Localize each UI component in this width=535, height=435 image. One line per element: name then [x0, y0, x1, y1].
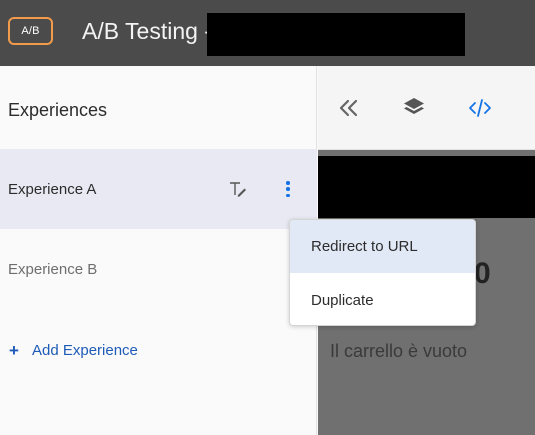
- plus-icon: +: [9, 341, 19, 360]
- add-experience-label: Add Experience: [32, 342, 138, 359]
- app-title: A/B Testing -: [82, 18, 212, 44]
- experience-b-label: Experience B: [8, 260, 98, 278]
- editor-toolbar: [318, 66, 535, 150]
- rename-text-icon[interactable]: [229, 180, 247, 198]
- ab-badge: A/B: [8, 17, 53, 45]
- empty-cart-text: Il carrello è vuoto: [330, 341, 468, 361]
- redirect-to-url-menu-item[interactable]: Redirect to URL: [290, 220, 475, 273]
- preview-fragment-text: 0: [474, 257, 491, 290]
- add-experience-button[interactable]: + Add Experience: [9, 342, 138, 359]
- more-options-icon[interactable]: [283, 179, 293, 199]
- duplicate-menu-item[interactable]: Duplicate: [290, 274, 475, 325]
- code-icon[interactable]: [468, 97, 492, 119]
- experience-a-row[interactable]: Experience A: [0, 149, 317, 229]
- experiences-sidebar: Experiences Experience A Experience B + …: [0, 66, 317, 435]
- redacted-title-block: [207, 13, 465, 56]
- double-chevron-left-icon[interactable]: [337, 97, 361, 119]
- layers-icon[interactable]: [402, 97, 426, 119]
- sidebar-title: Experiences: [8, 100, 108, 120]
- experience-context-menu: Redirect to URL Duplicate: [289, 219, 476, 326]
- experience-a-label: Experience A: [8, 180, 97, 198]
- experience-b-row[interactable]: Experience B: [0, 229, 317, 309]
- app-header: A/B A/B Testing -: [0, 0, 535, 66]
- redacted-preview-block: [318, 156, 535, 218]
